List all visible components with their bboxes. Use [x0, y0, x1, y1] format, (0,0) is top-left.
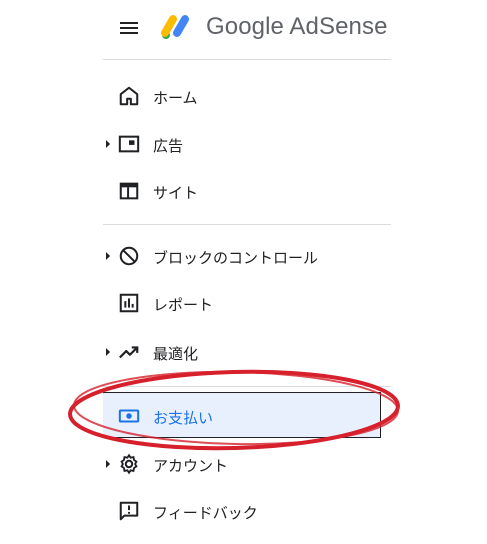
nav-item-label: 最適化	[153, 346, 199, 363]
adsense-logo-icon	[160, 12, 196, 42]
home-icon	[118, 85, 140, 107]
sites-icon	[118, 180, 140, 202]
expand-arrow-icon[interactable]	[106, 252, 110, 260]
expand-arrow-icon[interactable]	[106, 140, 110, 148]
nav-item-label: 広告	[153, 138, 184, 155]
nav-item-label: ホーム	[153, 90, 198, 107]
payments-icon	[118, 405, 140, 427]
nav-item-label: お支払い	[153, 410, 214, 427]
section-divider	[103, 386, 391, 387]
reports-icon	[118, 292, 140, 314]
nav-item-feedback[interactable]: フィードバック	[103, 488, 383, 534]
block-icon	[118, 245, 140, 267]
ads-icon	[118, 133, 140, 155]
nav-item-label: サイト	[153, 185, 199, 202]
section-divider	[103, 224, 391, 225]
feedback-icon	[118, 500, 140, 522]
nav-item-account[interactable]: アカウント	[103, 441, 383, 487]
nav-item-label: ブロックのコントロール	[153, 250, 319, 267]
nav-item-sites[interactable]: サイト	[103, 168, 383, 214]
nav-item-home[interactable]: ホーム	[103, 73, 383, 119]
nav-item-label: アカウント	[153, 458, 229, 475]
expand-arrow-icon[interactable]	[106, 348, 110, 356]
app-header: Google AdSense	[0, 0, 487, 60]
nav-item-optimization[interactable]: 最適化	[103, 329, 383, 375]
expand-arrow-icon[interactable]	[106, 460, 110, 468]
settings-gear-icon	[118, 453, 140, 475]
nav-item-label: レポート	[153, 297, 214, 314]
nav-item-payments[interactable]: お支払い	[103, 392, 381, 438]
optimization-icon	[118, 341, 140, 363]
app-title: Google AdSense	[206, 13, 388, 40]
hamburger-menu-icon[interactable]	[120, 20, 140, 36]
nav-item-ads[interactable]: 広告	[103, 121, 383, 167]
nav-item-reports[interactable]: レポート	[103, 280, 383, 326]
header-divider	[103, 59, 391, 60]
nav-item-blocking-controls[interactable]: ブロックのコントロール	[103, 233, 383, 279]
nav-item-label: フィードバック	[153, 505, 258, 522]
